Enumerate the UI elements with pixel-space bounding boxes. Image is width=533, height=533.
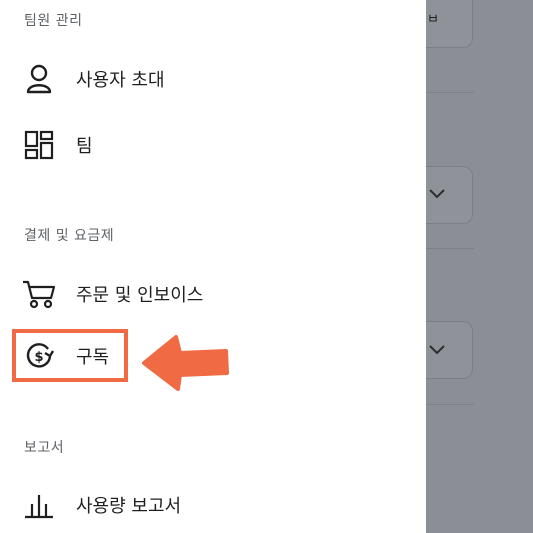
background-peek-text: ㅂ [427, 12, 437, 26]
highlight-box [12, 329, 128, 382]
grid-icon [22, 128, 56, 162]
menu-item-orders-invoices[interactable]: 주문 및 인보이스 [22, 277, 203, 311]
menu-item-invite-users[interactable]: 사용자 초대 [22, 62, 165, 96]
menu-item-label: 팀 [76, 136, 93, 157]
background-divider [426, 248, 474, 249]
menu-item-label: 주문 및 인보이스 [76, 285, 204, 306]
background-divider [426, 404, 474, 405]
chevron-down-icon [429, 189, 445, 199]
section-title-team-management: 팀원 관리 [24, 13, 83, 29]
cart-icon [22, 277, 56, 311]
section-title-reports: 보고서 [24, 440, 65, 456]
arrow-left-icon [142, 335, 229, 391]
background-divider [426, 92, 474, 93]
menu-item-usage-report[interactable]: 사용량 보고서 [22, 488, 181, 522]
menu-item-label: 사용량 보고서 [76, 496, 182, 517]
background-overlay[interactable] [426, 0, 533, 533]
chevron-down-icon [429, 345, 445, 355]
user-icon [22, 62, 56, 96]
navigation-drawer: 팀원 관리 사용자 초대 팀 결제 및 요금제 주문 및 인보이스 $ 구독 보… [0, 0, 426, 533]
menu-item-label: 사용자 초대 [76, 70, 165, 91]
section-title-billing: 결제 및 요금제 [24, 228, 115, 244]
bar-chart-icon [22, 488, 56, 522]
menu-item-team[interactable]: 팀 [22, 128, 93, 162]
